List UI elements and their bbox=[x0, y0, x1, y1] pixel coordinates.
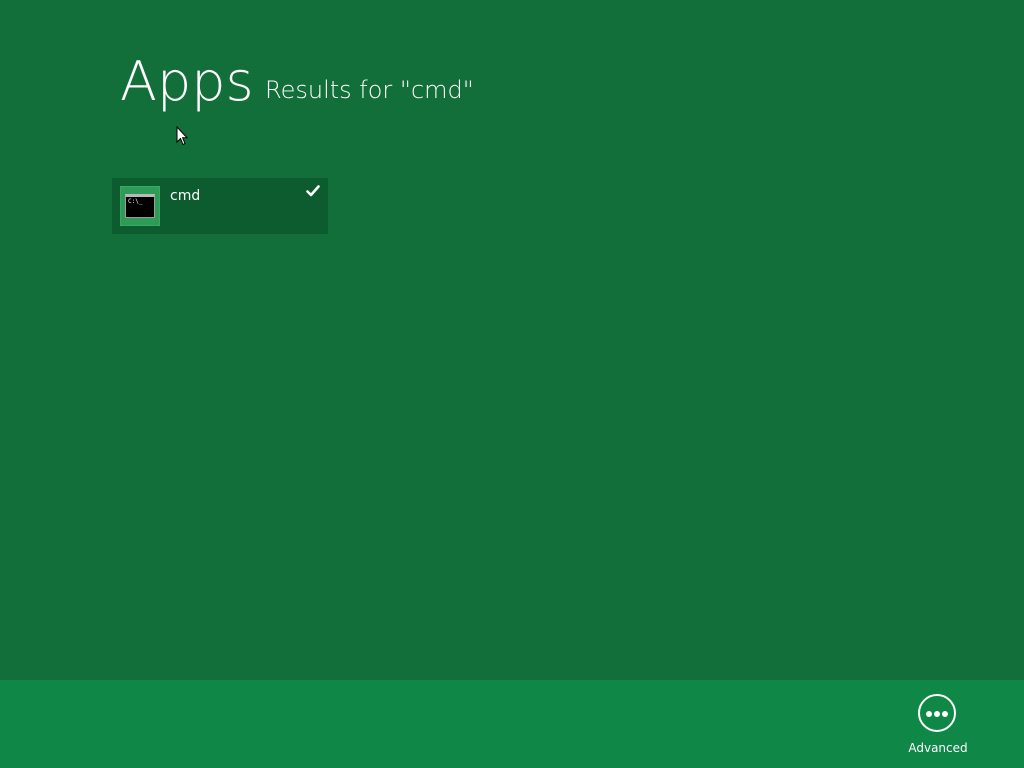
mouse-pointer-icon bbox=[176, 126, 188, 146]
command-prompt-icon-text: C:\_ bbox=[128, 198, 143, 205]
app-bar: Advanced bbox=[0, 680, 1024, 768]
checkmark-icon bbox=[306, 185, 320, 197]
results-subtitle: Results for "cmd" bbox=[265, 76, 474, 104]
result-tile-label: cmd bbox=[170, 188, 201, 204]
result-tile-cmd[interactable]: C:\_ cmd bbox=[112, 178, 328, 234]
app-icon-container: C:\_ bbox=[120, 186, 160, 226]
command-prompt-icon: C:\_ bbox=[125, 194, 155, 218]
advanced-button[interactable]: Advanced bbox=[898, 694, 978, 760]
page-title: Apps bbox=[120, 50, 254, 113]
more-ellipsis-icon bbox=[918, 694, 956, 732]
advanced-label: Advanced bbox=[908, 741, 968, 755]
